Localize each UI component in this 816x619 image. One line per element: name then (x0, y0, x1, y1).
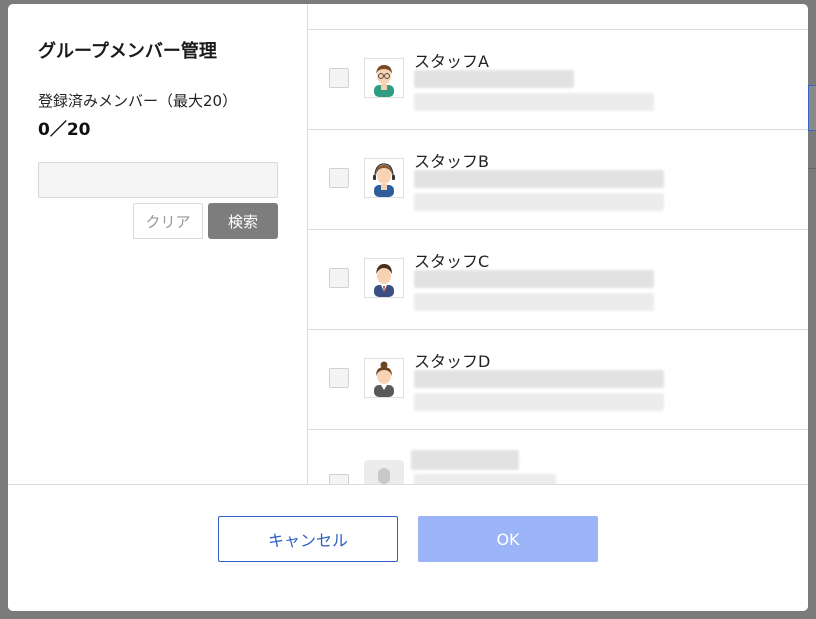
list-item[interactable] (308, 430, 808, 484)
search-button[interactable]: 検索 (208, 203, 278, 239)
dialog-left-panel: グループメンバー管理 登録済みメンバー（最大20） 0／20 クリア 検索 (8, 4, 308, 484)
redacted-detail (414, 393, 664, 411)
member-search-input[interactable] (38, 162, 278, 198)
redacted-detail (414, 293, 654, 311)
staff-woman-avatar (364, 358, 404, 398)
staff-name: スタッフD (414, 352, 491, 371)
staff-name: スタッフB (414, 152, 489, 171)
redacted-detail (414, 70, 574, 88)
background-field-edge (808, 85, 816, 131)
redacted-detail (414, 93, 654, 111)
list-item[interactable]: スタッフA (308, 30, 808, 130)
list-item[interactable]: スタッフB (308, 130, 808, 230)
list-item[interactable]: スタッフD (308, 330, 808, 430)
member-checkbox[interactable] (329, 68, 349, 88)
redacted-detail (414, 193, 664, 211)
dialog-footer: キャンセル OK (8, 484, 808, 611)
redacted-detail (414, 170, 664, 188)
registered-members-count: 0／20 (38, 120, 91, 140)
staff-name: スタッフA (414, 52, 489, 71)
redacted-detail (411, 450, 519, 470)
staff-glasses-avatar (364, 58, 404, 98)
group-member-dialog: グループメンバー管理 登録済みメンバー（最大20） 0／20 クリア 検索 スタ… (8, 4, 808, 611)
staff-name: スタッフC (414, 252, 490, 271)
redacted-detail (414, 270, 654, 288)
list-top-spacer (308, 4, 808, 30)
background-divider-edge (808, 168, 816, 200)
member-checkbox[interactable] (329, 268, 349, 288)
clear-button[interactable]: クリア (133, 203, 203, 239)
redacted-detail (414, 370, 664, 388)
staff-suit-avatar (364, 258, 404, 298)
ok-button[interactable]: OK (418, 516, 598, 562)
list-item[interactable]: スタッフC (308, 230, 808, 330)
redacted-detail (414, 474, 556, 484)
placeholder-avatar-icon (364, 460, 404, 484)
staff-headset-avatar (364, 158, 404, 198)
member-checkbox[interactable] (329, 368, 349, 388)
registered-members-label: 登録済みメンバー（最大20） (38, 92, 238, 110)
member-checkbox[interactable] (329, 168, 349, 188)
cancel-button[interactable]: キャンセル (218, 516, 398, 562)
member-list[interactable]: スタッフA スタッフB スタッフC スタッフD (308, 4, 808, 484)
member-checkbox[interactable] (329, 474, 349, 484)
dialog-title: グループメンバー管理 (38, 41, 217, 62)
